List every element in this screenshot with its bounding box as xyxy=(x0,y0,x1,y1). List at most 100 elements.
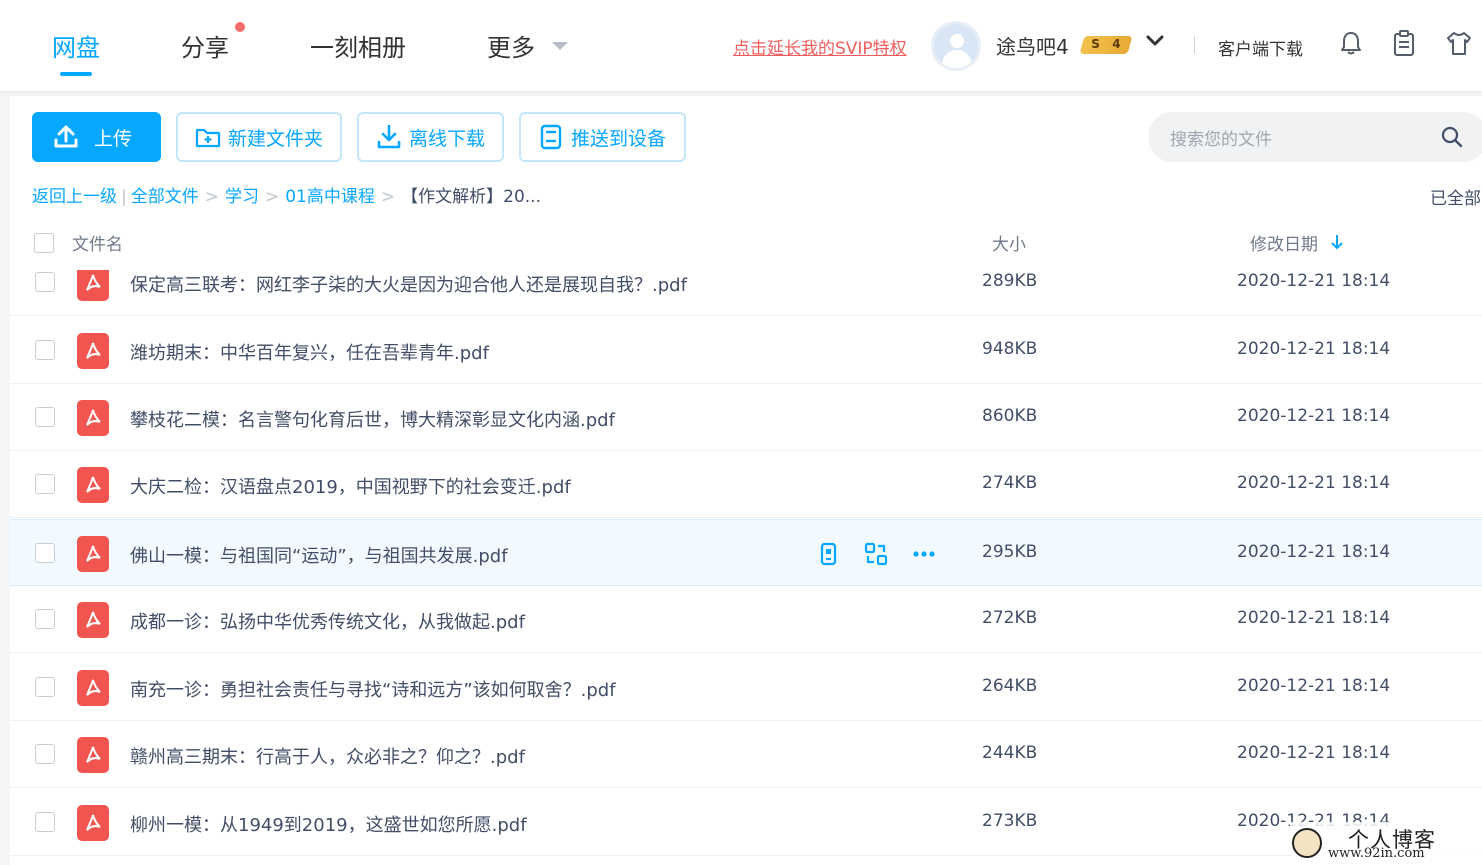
upload-label: 上传 xyxy=(94,127,133,150)
pdf-file-icon xyxy=(77,737,109,773)
row-checkbox[interactable] xyxy=(35,543,55,563)
table-row[interactable]: 大庆二检：汉语盘点2019，中国视野下的社会变迁.pdf 274KB 2020-… xyxy=(10,451,1482,518)
row-checkbox[interactable] xyxy=(35,407,55,427)
row-checkbox[interactable] xyxy=(35,474,55,494)
file-size: 274KB xyxy=(982,473,1038,493)
share-link-icon[interactable] xyxy=(863,541,889,567)
file-name[interactable]: 南充一诊：勇担社会责任与寻找“诗和远方”该如何取舍？.pdf xyxy=(130,676,616,702)
upload-button[interactable]: 上传 xyxy=(32,112,161,162)
search-input[interactable]: 搜索您的文件 xyxy=(1170,125,1272,150)
caret-down-icon[interactable] xyxy=(552,42,568,50)
bell-icon[interactable] xyxy=(1337,29,1365,57)
row-checkbox[interactable] xyxy=(35,340,55,360)
search-box[interactable]: 搜索您的文件 xyxy=(1148,112,1482,162)
search-icon[interactable] xyxy=(1440,125,1464,149)
file-date: 2020-12-21 18:14 xyxy=(1237,339,1391,359)
pdf-file-icon xyxy=(77,333,109,369)
pdf-file-icon xyxy=(77,805,109,841)
file-date: 2020-12-21 18:14 xyxy=(1237,676,1391,696)
breadcrumb-separator: > xyxy=(204,187,219,207)
select-all-checkbox[interactable] xyxy=(34,233,54,253)
pdf-file-icon xyxy=(77,400,109,436)
top-nav-bar: 网盘 分享 一刻相册 更多 点击延长我的SVIP特权 途鸟吧4 S 4 客户端下… xyxy=(0,0,1482,91)
file-size: 289KB xyxy=(982,271,1038,291)
tab-album[interactable]: 一刻相册 xyxy=(310,28,406,63)
file-date: 2020-12-21 18:14 xyxy=(1237,406,1391,426)
column-header-date[interactable]: 修改日期 xyxy=(1250,230,1318,255)
blog-watermark: 个人博客 www.92in.com xyxy=(1290,822,1482,865)
nav-divider xyxy=(1194,36,1195,54)
more-options-icon[interactable] xyxy=(911,541,937,567)
table-row[interactable]: 南充一诊：勇担社会责任与寻找“诗和远方”该如何取舍？.pdf 264KB 202… xyxy=(10,654,1482,721)
watermark-url: www.92in.com xyxy=(1328,846,1425,861)
active-tab-indicator xyxy=(60,72,92,76)
table-row[interactable]: 柳州一模：从1949到2019，这盛世如您所愿.pdf 273KB 2020-1… xyxy=(10,789,1482,856)
table-row-hovered[interactable]: 佛山一模：与祖国同“运动”，与祖国共发展.pdf 295KB 2020-12-2… xyxy=(10,519,1482,586)
avatar-head-shape xyxy=(950,34,964,48)
new-folder-button[interactable]: 新建文件夹 xyxy=(176,112,342,162)
table-row[interactable]: 赣州高三期末：行高于人，众必非之？仰之？.pdf 244KB 2020-12-2… xyxy=(10,721,1482,788)
notification-dot xyxy=(235,22,245,32)
file-name[interactable]: 保定高三联考：网红李子柒的大火是因为迎合他人还是展现自我？.pdf xyxy=(130,271,687,297)
file-size: 264KB xyxy=(982,676,1038,696)
file-date: 2020-12-21 18:14 xyxy=(1237,542,1391,562)
file-list: 保定高三联考：网红李子柒的大火是因为迎合他人还是展现自我？.pdf 289KB … xyxy=(10,270,1482,865)
new-folder-label: 新建文件夹 xyxy=(228,127,324,150)
push-to-device-button[interactable]: 推送到设备 xyxy=(519,112,686,162)
table-row[interactable]: 攀枝花二模：名言警句化育后世，博大精深彰显文化内涵.pdf 860KB 2020… xyxy=(10,384,1482,451)
upload-icon xyxy=(54,125,78,148)
chevron-down-icon[interactable] xyxy=(1144,30,1166,52)
file-size: 860KB xyxy=(982,406,1038,426)
breadcrumb-highschool[interactable]: 01高中课程 xyxy=(285,187,375,207)
file-name[interactable]: 赣州高三期末：行高于人，众必非之？仰之？.pdf xyxy=(130,743,525,769)
breadcrumb-study[interactable]: 学习 xyxy=(225,187,259,207)
svip-extend-link[interactable]: 点击延长我的SVIP特权 xyxy=(733,34,907,59)
file-name[interactable]: 柳州一模：从1949到2019，这盛世如您所愿.pdf xyxy=(130,811,527,837)
file-date: 2020-12-21 18:14 xyxy=(1237,271,1391,291)
table-row[interactable]: 潍坊期末：中华百年复兴，任在吾辈青年.pdf 948KB 2020-12-21 … xyxy=(10,317,1482,384)
table-row[interactable]: 成都一诊：弘扬中华优秀传统文化，从我做起.pdf 272KB 2020-12-2… xyxy=(10,586,1482,653)
row-checkbox[interactable] xyxy=(35,677,55,697)
file-name[interactable]: 攀枝花二模：名言警句化育后世，博大精深彰显文化内涵.pdf xyxy=(130,406,615,432)
breadcrumb-back[interactable]: 返回上一级 xyxy=(32,187,117,207)
breadcrumb-current: 【作文解析】20... xyxy=(401,187,541,207)
send-to-phone-icon[interactable] xyxy=(815,541,841,567)
tab-netdisk[interactable]: 网盘 xyxy=(52,28,100,63)
sort-down-arrow-icon[interactable] xyxy=(1330,234,1344,250)
pdf-file-icon xyxy=(77,670,109,706)
file-size: 273KB xyxy=(982,811,1038,831)
row-checkbox[interactable] xyxy=(35,744,55,764)
file-name[interactable]: 成都一诊：弘扬中华优秀传统文化，从我做起.pdf xyxy=(130,608,525,634)
penguin-logo-icon xyxy=(1292,828,1322,858)
row-checkbox[interactable] xyxy=(35,812,55,832)
push-to-device-label: 推送到设备 xyxy=(571,127,667,150)
clipboard-icon[interactable] xyxy=(1390,29,1418,57)
username[interactable]: 途鸟吧4 xyxy=(996,31,1069,60)
tshirt-skin-icon[interactable] xyxy=(1445,29,1473,57)
breadcrumb-separator: > xyxy=(380,187,396,207)
file-name[interactable]: 佛山一模：与祖国同“运动”，与祖国共发展.pdf xyxy=(130,542,508,568)
table-row[interactable]: 保定高三联考：网红李子柒的大火是因为迎合他人还是展现自我？.pdf 289KB … xyxy=(10,270,1482,316)
pdf-file-icon xyxy=(77,602,109,638)
tab-share[interactable]: 分享 xyxy=(181,28,229,63)
column-header-size[interactable]: 大小 xyxy=(992,230,1026,255)
offline-download-button[interactable]: 离线下载 xyxy=(357,112,504,162)
pdf-file-icon xyxy=(77,467,109,503)
breadcrumb-all-files[interactable]: 全部文件 xyxy=(131,187,199,207)
file-date: 2020-12-21 18:14 xyxy=(1237,473,1391,493)
tab-more[interactable]: 更多 xyxy=(487,28,535,63)
row-checkbox[interactable] xyxy=(35,272,55,292)
file-date: 2020-12-21 18:14 xyxy=(1237,743,1391,763)
file-name[interactable]: 大庆二检：汉语盘点2019，中国视野下的社会变迁.pdf xyxy=(130,473,571,499)
breadcrumb-separator: | xyxy=(121,187,127,207)
device-icon xyxy=(540,124,562,150)
vip-badge-level: 4 xyxy=(1112,37,1121,51)
loaded-all-status: 已全部 xyxy=(1430,189,1481,209)
download-icon xyxy=(377,124,401,149)
vip-level-badge: S 4 xyxy=(1079,36,1133,54)
row-checkbox[interactable] xyxy=(35,609,55,629)
avatar[interactable] xyxy=(931,21,981,71)
client-download-link[interactable]: 客户端下载 xyxy=(1218,35,1303,60)
column-header-name[interactable]: 文件名 xyxy=(72,230,123,255)
file-name[interactable]: 潍坊期末：中华百年复兴，任在吾辈青年.pdf xyxy=(130,339,489,365)
